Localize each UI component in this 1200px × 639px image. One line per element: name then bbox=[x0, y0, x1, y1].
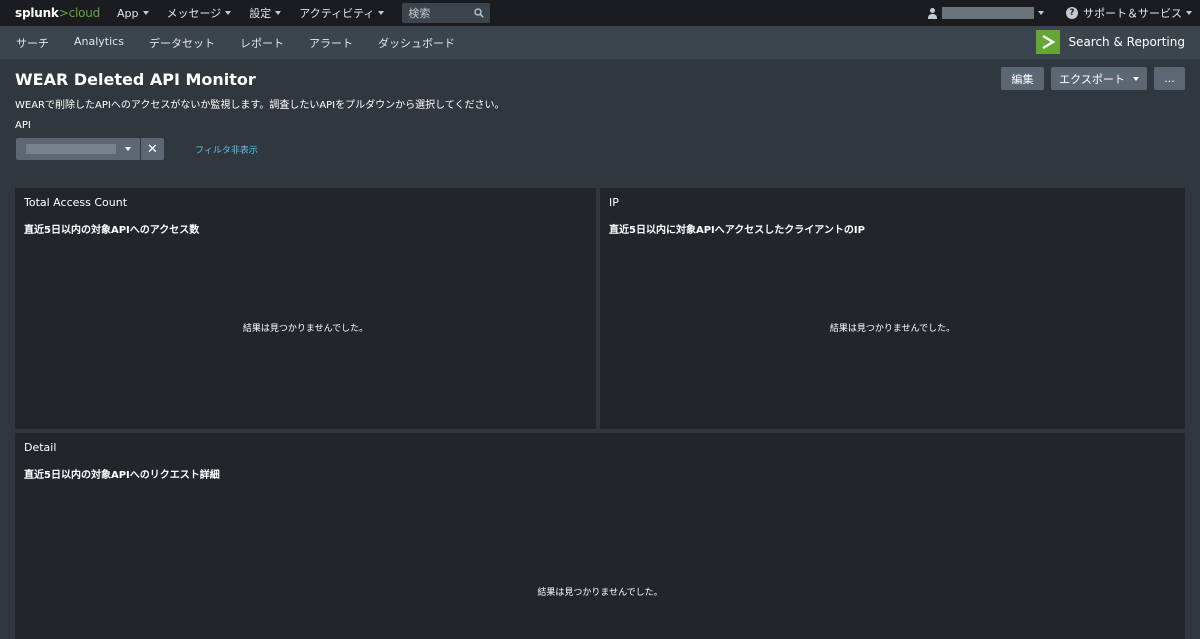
top-right-controls: ? サポート＆サービス bbox=[927, 0, 1192, 26]
edit-button-label: 編集 bbox=[1011, 72, 1034, 86]
logo-cloud: cloud bbox=[68, 6, 101, 20]
panel-title: IP bbox=[609, 196, 619, 209]
menu-messages[interactable]: メッセージ bbox=[167, 5, 232, 21]
no-results-message: 結果は見つかりませんでした。 bbox=[537, 588, 663, 598]
more-actions-button[interactable]: ... bbox=[1154, 67, 1185, 90]
panel-subtitle: 直近5日以内に対象APIへアクセスしたクライアントのIP bbox=[609, 225, 865, 236]
support-label: サポート＆サービス bbox=[1083, 7, 1182, 20]
more-actions-label: ... bbox=[1164, 72, 1175, 85]
menu-activity[interactable]: アクティビティ bbox=[299, 5, 385, 21]
top-bar: splunk>cloud App メッセージ 設定 アクティビティ 検索 ? サ… bbox=[0, 0, 1200, 26]
nav-dashboards[interactable]: ダッシュボード bbox=[378, 35, 455, 51]
no-results-message: 結果は見つかりませんでした。 bbox=[829, 324, 956, 334]
panel-ip: IP 直近5日以内に対象APIへアクセスしたクライアントのIP 結果は見つかりま… bbox=[600, 188, 1185, 429]
panel-title: Detail bbox=[24, 441, 57, 454]
search-icon bbox=[474, 8, 485, 18]
menu-messages-label: メッセージ bbox=[166, 7, 222, 20]
export-button[interactable]: エクスポート bbox=[1051, 67, 1147, 90]
menu-settings-label: 設定 bbox=[249, 7, 272, 20]
chevron-down-icon bbox=[378, 11, 385, 15]
top-menu: App メッセージ 設定 アクティビティ 検索 bbox=[117, 3, 491, 23]
search-placeholder: 検索 bbox=[408, 7, 431, 20]
page-description: WEARで削除したAPIへのアクセスがないか監視します。調査したいAPIをプルダ… bbox=[15, 100, 505, 111]
api-filter-label: API bbox=[15, 120, 31, 131]
app-name: Search & Reporting bbox=[1068, 35, 1185, 49]
hide-filters-link[interactable]: フィルタ非表示 bbox=[195, 143, 258, 156]
chevron-down-icon bbox=[1132, 76, 1139, 81]
app-nav: サーチ Analytics データセット レポート アラート ダッシュボード bbox=[16, 35, 480, 51]
no-results-message: 結果は見つかりませんでした。 bbox=[242, 324, 369, 334]
chevron-down-icon bbox=[125, 147, 131, 151]
nav-reports[interactable]: レポート bbox=[240, 35, 284, 51]
edit-button[interactable]: 編集 bbox=[1001, 67, 1044, 90]
user-name-redacted bbox=[942, 7, 1034, 19]
nav-alerts[interactable]: アラート bbox=[309, 35, 353, 51]
export-button-label: エクスポート bbox=[1059, 72, 1125, 86]
app-brand[interactable]: Search & Reporting bbox=[1036, 30, 1185, 54]
nav-analytics[interactable]: Analytics bbox=[74, 35, 124, 51]
menu-settings[interactable]: 設定 bbox=[249, 5, 282, 21]
clear-api-button[interactable]: ✕ bbox=[141, 138, 164, 160]
panel-total-access-count: Total Access Count 直近5日以内の対象APIへのアクセス数 結… bbox=[15, 188, 596, 429]
panel-subtitle: 直近5日以内の対象APIへのリクエスト詳細 bbox=[24, 470, 220, 481]
nav-datasets[interactable]: データセット bbox=[149, 35, 215, 51]
logo-gt: > bbox=[58, 6, 69, 20]
page-title: WEAR Deleted API Monitor bbox=[15, 70, 256, 89]
chevron-down-icon bbox=[1038, 11, 1044, 15]
chevron-down-icon bbox=[225, 11, 232, 15]
app-bar: サーチ Analytics データセット レポート アラート ダッシュボード S… bbox=[0, 26, 1200, 59]
panel-subtitle: 直近5日以内の対象APIへのアクセス数 bbox=[24, 225, 200, 236]
search-input[interactable]: 検索 bbox=[402, 3, 491, 23]
api-selected-value-redacted bbox=[26, 144, 116, 154]
user-icon bbox=[927, 7, 938, 19]
panel-detail: Detail 直近5日以内の対象APIへのリクエスト詳細 結果は見つかりませんで… bbox=[15, 433, 1185, 639]
panel-title: Total Access Count bbox=[24, 196, 128, 209]
support-menu[interactable]: ? サポート＆サービス bbox=[1066, 5, 1192, 21]
logo-text: splunk bbox=[15, 6, 59, 20]
chevron-down-icon bbox=[275, 11, 282, 15]
search-reporting-app-icon bbox=[1036, 30, 1061, 54]
help-icon: ? bbox=[1066, 7, 1078, 19]
api-dropdown[interactable] bbox=[16, 138, 140, 160]
menu-app[interactable]: App bbox=[117, 7, 149, 20]
chevron-down-icon bbox=[1186, 11, 1192, 15]
chevron-down-icon bbox=[142, 11, 149, 15]
nav-search[interactable]: サーチ bbox=[16, 35, 49, 51]
user-menu[interactable] bbox=[927, 7, 1044, 19]
splunk-cloud-logo[interactable]: splunk>cloud bbox=[15, 6, 100, 20]
menu-app-label: App bbox=[117, 6, 139, 20]
menu-activity-label: アクティビティ bbox=[299, 7, 375, 20]
